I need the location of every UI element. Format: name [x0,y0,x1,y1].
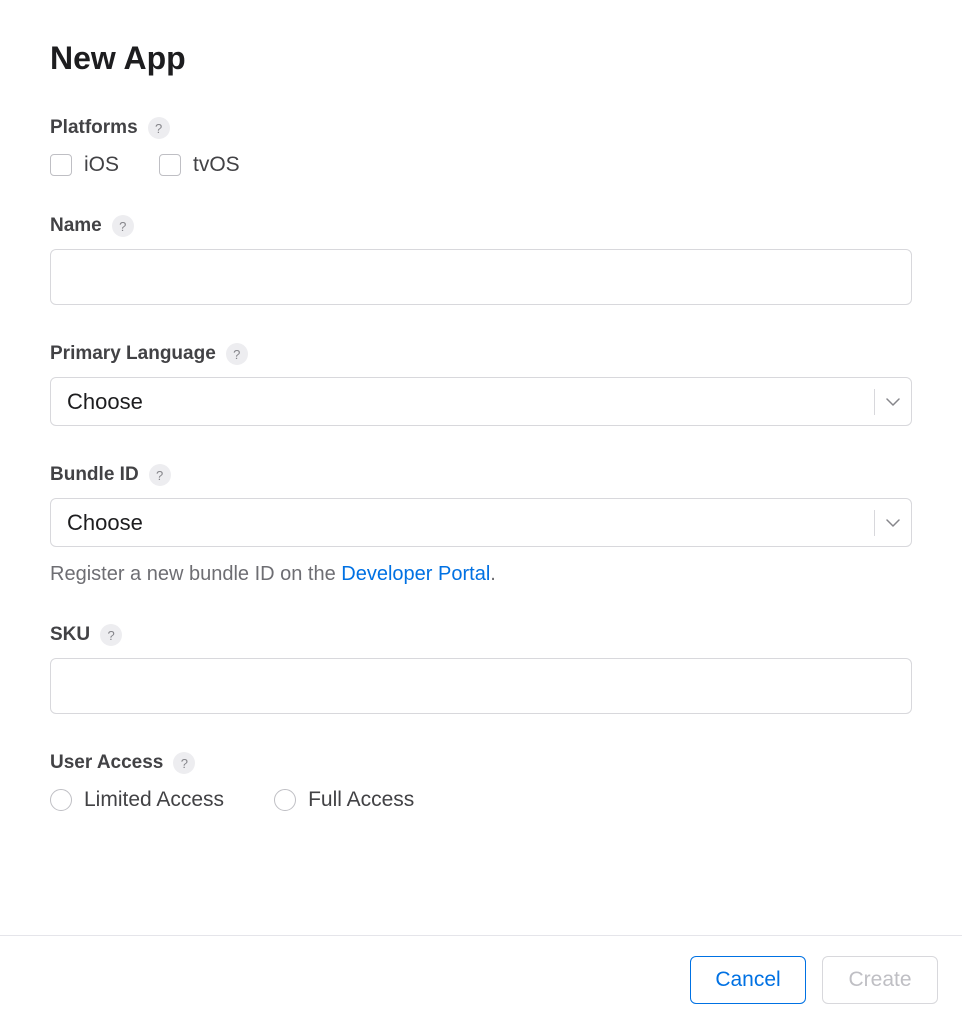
developer-portal-link[interactable]: Developer Portal [341,563,490,585]
user-access-group: User Access ? Limited Access Full Access [50,752,912,812]
sku-input[interactable] [50,658,912,714]
create-button: Create [822,956,938,1004]
user-access-label: User Access [50,752,163,774]
help-icon[interactable]: ? [112,215,134,237]
chevron-down-icon [875,519,911,527]
bundle-id-select[interactable]: Choose [50,498,912,547]
primary-language-select[interactable]: Choose [50,377,912,426]
checkbox-tvos-label: tvOS [193,153,240,177]
checkbox-box-icon [50,154,72,176]
bundle-id-group: Bundle ID ? Choose Register a new bundle… [50,464,912,586]
cancel-button[interactable]: Cancel [690,956,806,1004]
checkbox-box-icon [159,154,181,176]
name-group: Name ? [50,215,912,305]
help-icon[interactable]: ? [100,624,122,646]
sku-group: SKU ? [50,624,912,714]
help-icon[interactable]: ? [226,343,248,365]
primary-language-selected: Choose [51,389,874,415]
bundle-id-hint-prefix: Register a new bundle ID on the [50,563,341,585]
help-icon[interactable]: ? [149,464,171,486]
radio-circle-icon [274,789,296,811]
help-icon[interactable]: ? [173,752,195,774]
radio-limited-access-label: Limited Access [84,788,224,812]
radio-full-access-label: Full Access [308,788,414,812]
radio-circle-icon [50,789,72,811]
chevron-down-icon [875,398,911,406]
help-icon[interactable]: ? [148,117,170,139]
platforms-group: Platforms ? iOS tvOS [50,117,912,177]
checkbox-ios[interactable]: iOS [50,153,119,177]
name-label: Name [50,215,102,237]
checkbox-tvos[interactable]: tvOS [159,153,240,177]
bundle-id-hint-suffix: . [490,563,496,585]
radio-limited-access[interactable]: Limited Access [50,788,224,812]
radio-full-access[interactable]: Full Access [274,788,414,812]
bundle-id-selected: Choose [51,510,874,536]
primary-language-group: Primary Language ? Choose [50,343,912,426]
platforms-label: Platforms [50,117,138,139]
checkbox-ios-label: iOS [84,153,119,177]
bundle-id-label: Bundle ID [50,464,139,486]
bundle-id-hint: Register a new bundle ID on the Develope… [50,563,912,586]
footer: Cancel Create [0,935,962,1024]
name-input[interactable] [50,249,912,305]
primary-language-label: Primary Language [50,343,216,365]
page-title: New App [50,40,912,77]
sku-label: SKU [50,624,90,646]
